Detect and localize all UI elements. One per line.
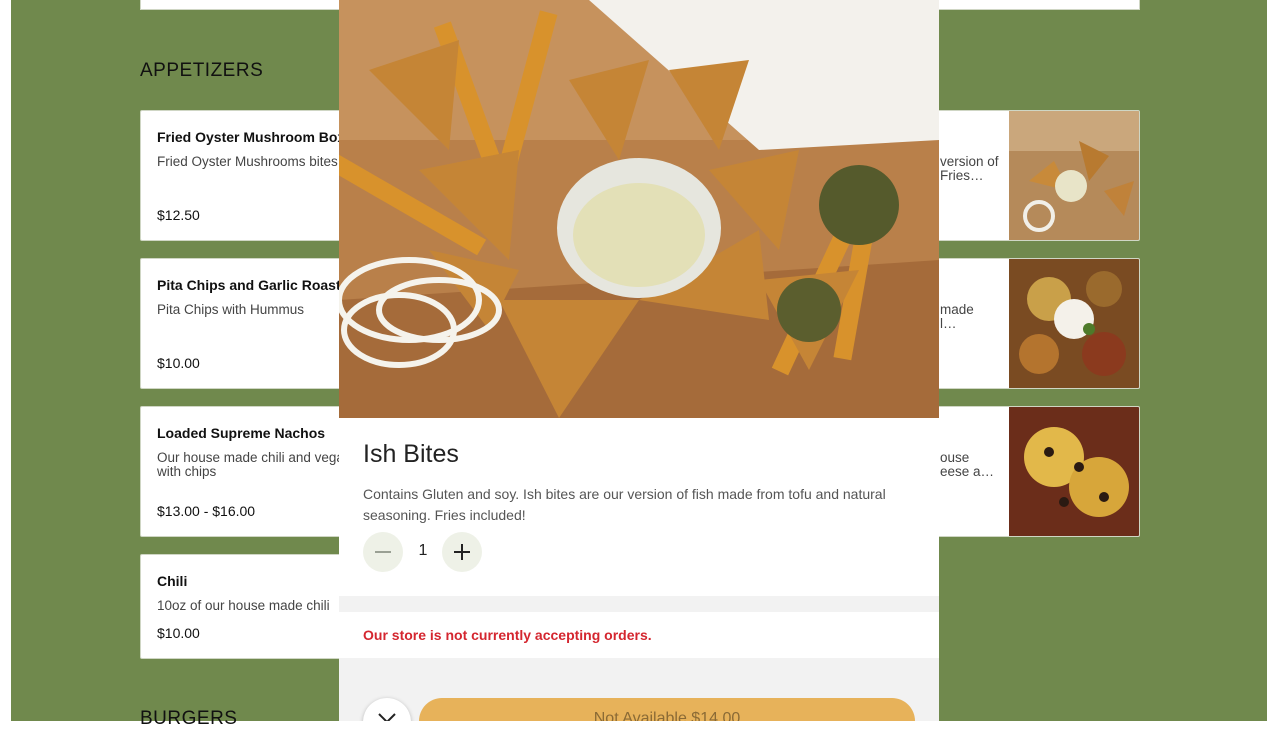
store-closed-message: Our store is not currently accepting ord… xyxy=(363,627,652,643)
minus-icon xyxy=(375,551,391,553)
menu-item-description: eese a… xyxy=(940,464,995,479)
store-closed-notice: Our store is not currently accepting ord… xyxy=(339,612,939,658)
plus-icon xyxy=(454,544,470,560)
menu-item-description: l… xyxy=(940,316,957,331)
menu-item-description: ouse xyxy=(940,450,970,465)
menu-item-price: $12.50 xyxy=(157,207,200,223)
close-icon xyxy=(378,713,396,721)
increase-quantity-button[interactable] xyxy=(442,532,482,572)
menu-item-description: made xyxy=(940,302,974,317)
menu-item-name: Fried Oyster Mushroom Box xyxy=(157,129,346,145)
section-title-burgers: BURGERS xyxy=(140,708,238,729)
menu-item-photo xyxy=(1009,111,1139,240)
menu-item-photo xyxy=(1009,407,1139,536)
menu-item-name: Loaded Supreme Nachos xyxy=(157,425,326,441)
menu-item-price: $13.00 - $16.00 xyxy=(157,503,256,519)
add-to-order-label: Not Available $14.00 xyxy=(593,710,741,721)
menu-item-description: version of xyxy=(940,154,999,169)
item-detail-modal: Ish Bites Contains Gluten and soy. Ish b… xyxy=(339,0,939,721)
item-photo xyxy=(339,0,939,418)
quantity-value: 1 xyxy=(418,542,428,559)
menu-item-name: Chili xyxy=(157,573,188,589)
close-modal-button[interactable] xyxy=(363,698,411,721)
item-description: Contains Gluten and soy. Ish bites are o… xyxy=(363,486,886,523)
item-title: Ish Bites xyxy=(363,440,459,468)
decrease-quantity-button[interactable] xyxy=(363,532,403,572)
menu-item-photo xyxy=(1009,259,1139,388)
menu-item-description: Fries… xyxy=(940,168,984,183)
item-details-panel: Ish Bites Contains Gluten and soy. Ish b… xyxy=(339,418,939,596)
menu-item-price: $10.00 xyxy=(157,355,200,371)
section-title-appetizers: APPETIZERS xyxy=(140,60,264,81)
add-to-order-button[interactable]: Not Available $14.00 xyxy=(419,698,915,721)
menu-item-price: $10.00 xyxy=(157,625,200,641)
